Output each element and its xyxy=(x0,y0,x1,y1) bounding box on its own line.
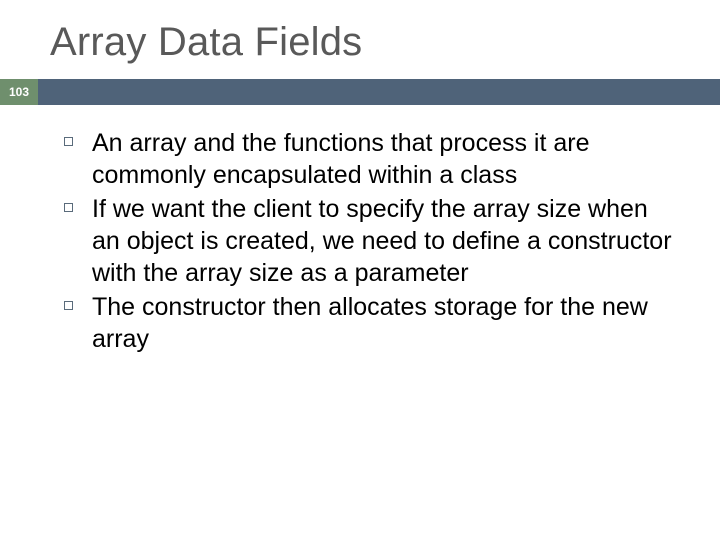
list-item: If we want the client to specify the arr… xyxy=(60,193,680,289)
accent-band: 103 xyxy=(0,79,720,105)
list-item: An array and the functions that process … xyxy=(60,127,680,191)
slide-body: An array and the functions that process … xyxy=(0,105,720,355)
bullet-list: An array and the functions that process … xyxy=(60,127,680,355)
slide: Array Data Fields 103 An array and the f… xyxy=(0,0,720,540)
slide-title: Array Data Fields xyxy=(0,0,720,79)
list-item: The constructor then allocates storage f… xyxy=(60,291,680,355)
page-number-badge: 103 xyxy=(0,79,38,105)
